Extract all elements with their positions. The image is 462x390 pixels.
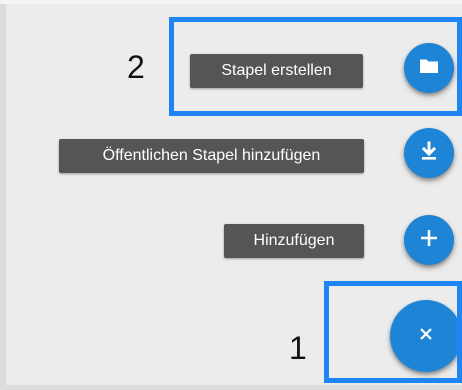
add-button[interactable] [404, 215, 454, 265]
top-edge [0, 0, 462, 4]
step-1-label: 1 [289, 330, 307, 366]
download-icon [417, 139, 441, 168]
add-public-stack-label[interactable]: Öffentlichen Stapel hinzufügen [59, 139, 364, 173]
add-label[interactable]: Hinzufügen [224, 224, 364, 258]
plus-icon [418, 227, 440, 254]
step-2-label: 2 [127, 49, 145, 85]
add-public-stack-button[interactable] [404, 128, 454, 178]
highlight-box-step-1 [324, 281, 462, 383]
highlight-box-step-2 [169, 17, 462, 116]
